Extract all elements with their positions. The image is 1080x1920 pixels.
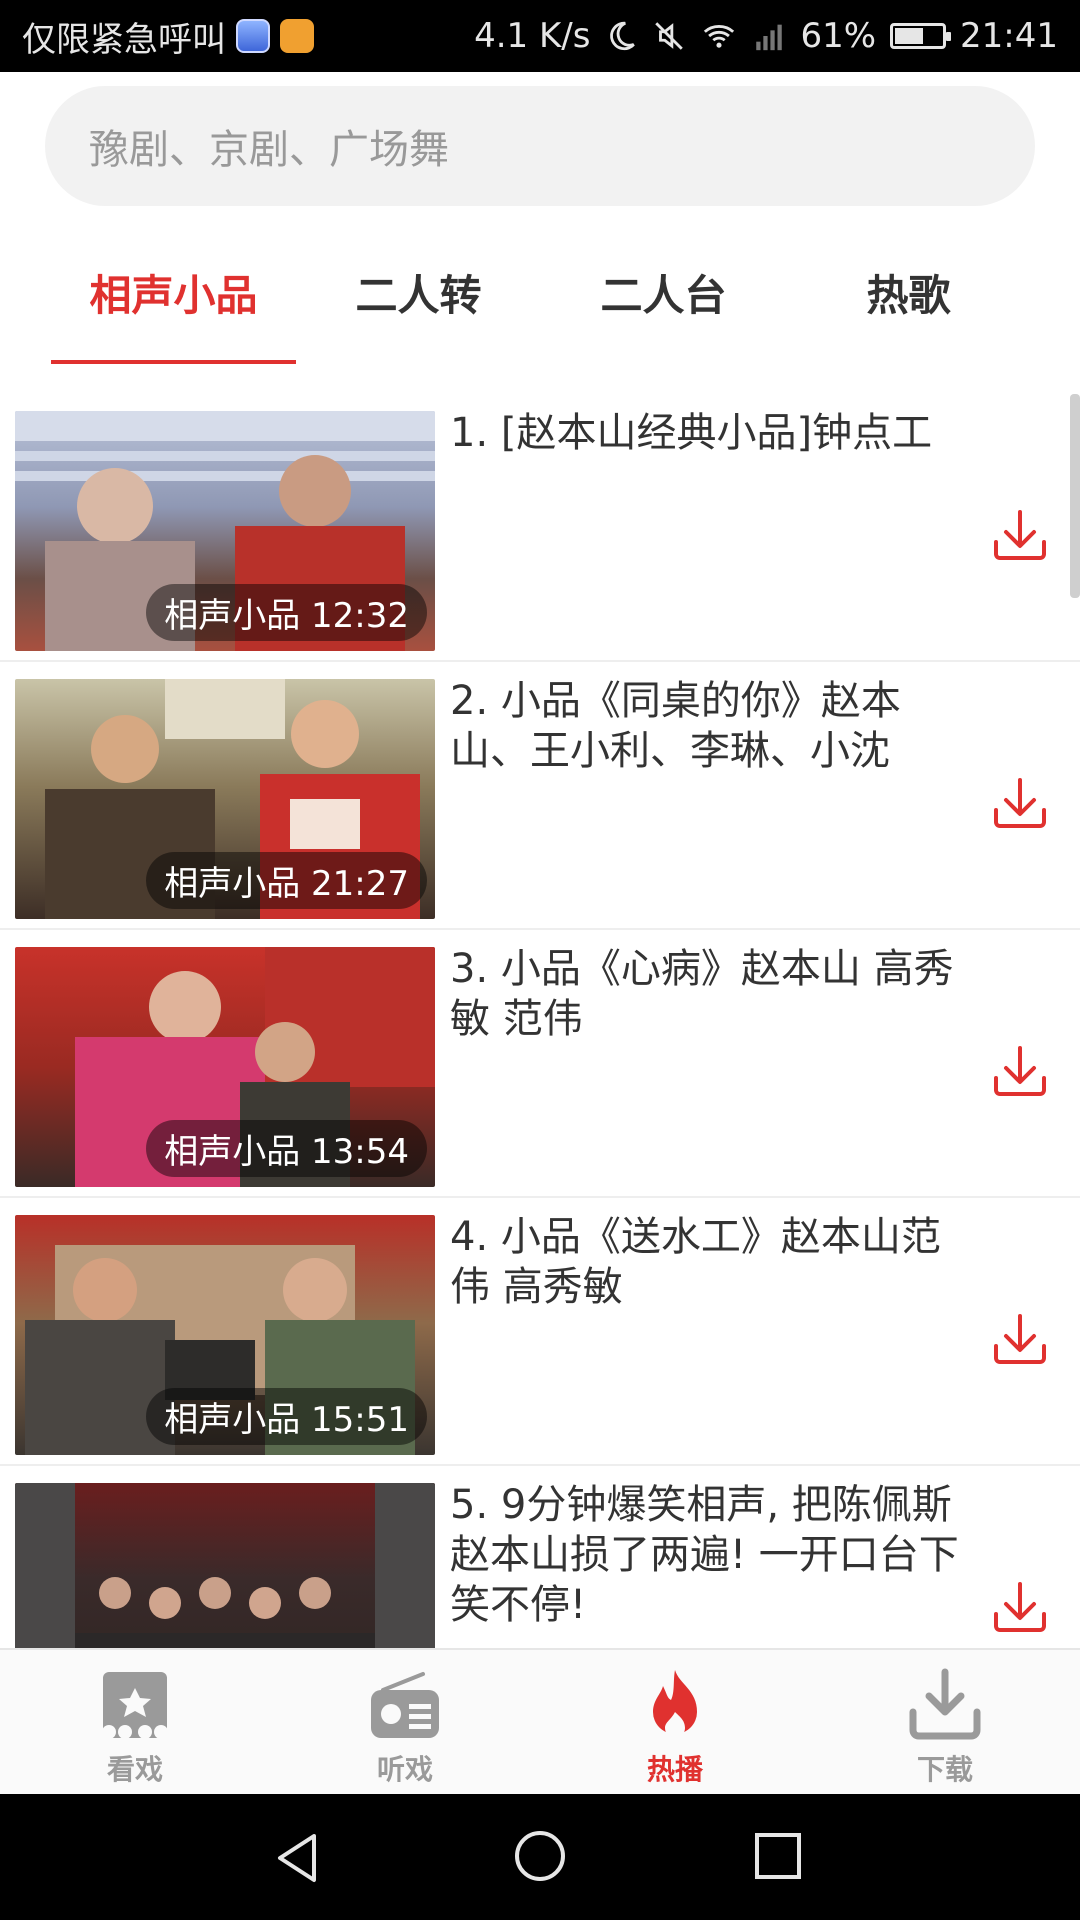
recents-icon[interactable]	[752, 1830, 804, 1882]
download-icon[interactable]	[990, 1310, 1050, 1370]
radio-icon	[371, 1672, 439, 1738]
tab-errentai[interactable]: 二人台	[541, 262, 786, 323]
video-caption: 相声小品 12:32	[146, 584, 427, 641]
video-title[interactable]: 5. 9分钟爆笑相声, 把陈佩斯赵本山损了两遍! 一开口台下笑不停!	[450, 1480, 970, 1630]
status-right: 4.1 K/s 61% 21:41	[474, 16, 1058, 56]
tab-errenzhuan[interactable]: 二人转	[296, 262, 541, 323]
list-scrollbar[interactable]	[1070, 394, 1080, 598]
list-item[interactable]: 相声小品 21:27 2. 小品《同桌的你》赵本山、王小利、李琳、小沈	[0, 662, 1080, 930]
video-caption: 相声小品 13:54	[146, 1120, 427, 1177]
active-tab-indicator	[51, 360, 296, 364]
video-title[interactable]: 1. [赵本山经典小品]钟点工	[450, 408, 970, 458]
tab-rege[interactable]: 热歌	[786, 262, 1031, 323]
download-icon[interactable]	[990, 1042, 1050, 1102]
thumbnail-scene	[15, 1483, 435, 1648]
nav-label: 下载	[916, 1753, 973, 1786]
mute-icon	[655, 22, 684, 50]
carrier-text: 仅限紧急呼叫	[22, 19, 226, 60]
moon-icon	[610, 21, 636, 51]
video-list[interactable]: 相声小品 12:32 1. [赵本山经典小品]钟点工 相声小品 21:27 2.…	[0, 394, 1080, 1648]
clock: 21:41	[960, 16, 1058, 56]
video-thumbnail[interactable]	[15, 1483, 435, 1648]
status-left: 仅限紧急呼叫	[22, 12, 314, 61]
bottom-nav: 看戏 听戏 热播 下载	[0, 1648, 1080, 1796]
download-icon[interactable]	[990, 506, 1050, 566]
video-caption: 相声小品 21:27	[146, 852, 427, 909]
tab-xiangsheng[interactable]: 相声小品	[51, 262, 296, 323]
nav-label: 看戏	[106, 1753, 163, 1786]
signal-icon	[756, 24, 783, 51]
video-thumbnail[interactable]: 相声小品 13:54	[15, 947, 435, 1187]
list-item[interactable]: 相声小品 13:54 3. 小品《心病》赵本山 高秀敏 范伟	[0, 930, 1080, 1198]
system-nav-bar	[0, 1794, 1080, 1920]
wifi-icon	[704, 25, 735, 48]
nav-xiazai[interactable]: 下载	[810, 1650, 1080, 1796]
video-title[interactable]: 3. 小品《心病》赵本山 高秀敏 范伟	[450, 944, 970, 1044]
search-input[interactable]: 豫剧、京剧、广场舞	[45, 86, 1035, 206]
nav-label: 听戏	[376, 1753, 433, 1786]
nav-kanxi[interactable]: 看戏	[0, 1650, 270, 1796]
list-item[interactable]: 5. 9分钟爆笑相声, 把陈佩斯赵本山损了两遍! 一开口台下笑不停!	[0, 1466, 1080, 1648]
download-icon[interactable]	[990, 774, 1050, 834]
nav-tingxi[interactable]: 听戏	[270, 1650, 540, 1796]
nav-label: 热播	[646, 1753, 703, 1786]
video-title[interactable]: 4. 小品《送水工》赵本山范伟 高秀敏	[450, 1212, 970, 1312]
list-item[interactable]: 相声小品 15:51 4. 小品《送水工》赵本山范伟 高秀敏	[0, 1198, 1080, 1466]
download-icon	[909, 1668, 981, 1740]
video-thumbnail[interactable]: 相声小品 12:32	[15, 411, 435, 651]
network-speed: 4.1 K/s	[474, 16, 591, 56]
theater-icon	[102, 1672, 168, 1739]
battery-percent: 61%	[800, 16, 877, 56]
status-bar: 仅限紧急呼叫 4.1 K/s 61% 21:41	[0, 0, 1080, 72]
category-tabs: 相声小品 二人转 二人台 热歌	[0, 232, 1080, 366]
list-item[interactable]: 相声小品 12:32 1. [赵本山经典小品]钟点工	[0, 394, 1080, 662]
home-icon[interactable]	[512, 1828, 568, 1884]
download-icon[interactable]	[990, 1578, 1050, 1638]
nav-rebo[interactable]: 热播	[540, 1650, 810, 1796]
app-notification-icon	[280, 19, 314, 53]
flame-icon	[653, 1670, 697, 1738]
search-placeholder: 豫剧、京剧、广场舞	[89, 127, 449, 173]
music-app-icon	[236, 19, 270, 53]
back-icon[interactable]	[270, 1830, 326, 1886]
video-title[interactable]: 2. 小品《同桌的你》赵本山、王小利、李琳、小沈	[450, 676, 970, 776]
video-thumbnail[interactable]: 相声小品 21:27	[15, 679, 435, 919]
video-thumbnail[interactable]: 相声小品 15:51	[15, 1215, 435, 1455]
battery-icon	[890, 23, 952, 49]
video-caption: 相声小品 15:51	[146, 1388, 427, 1445]
